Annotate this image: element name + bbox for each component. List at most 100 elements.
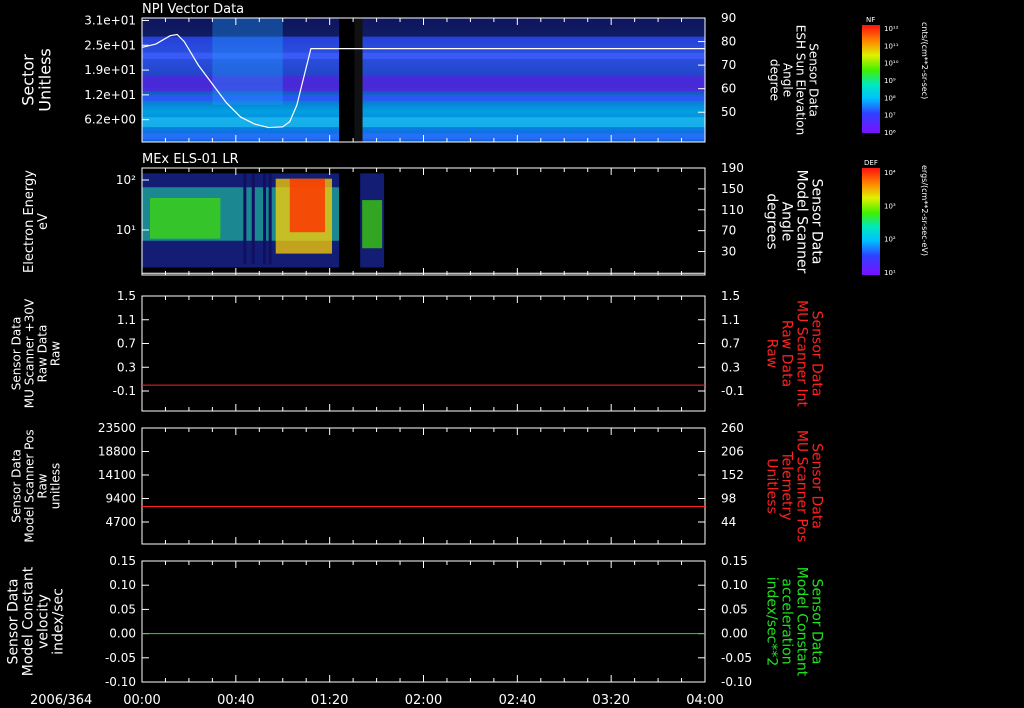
y-left-axis-label: Raw xyxy=(49,341,63,366)
y-right-tick-label: 0.3 xyxy=(721,360,740,374)
y-right-axis-label: acceleration xyxy=(779,578,795,664)
y-left-tick-label: 1.9e+01 xyxy=(84,63,136,77)
y-left-tick-label: 0.3 xyxy=(117,360,136,374)
y-left-tick-label: 2.5e+01 xyxy=(84,38,136,52)
y-left-axis-label: MU Scanner +30V xyxy=(23,298,37,408)
x-tick-label: 02:00 xyxy=(405,693,442,708)
x-tick-label: 01:20 xyxy=(311,693,348,708)
def-colorbar-tick: 10² xyxy=(884,236,896,244)
y-left-axis-label: velocity xyxy=(36,594,52,649)
els-late-green-flux xyxy=(362,200,383,249)
nf-colorbar-tick: 10⁸ xyxy=(884,94,896,102)
y-right-axis-label: Angle xyxy=(781,63,795,97)
y-left-tick-label: 10² xyxy=(116,173,136,187)
y-left-tick-label: 1.2e+01 xyxy=(84,88,136,102)
def-colorbar-tick: 10⁴ xyxy=(884,169,896,177)
y-right-axis-label: Angle xyxy=(779,202,795,242)
y-right-tick-label: 70 xyxy=(721,224,736,238)
y-right-tick-label: -0.1 xyxy=(721,384,744,398)
y-right-tick-label: 152 xyxy=(721,468,744,482)
panel-frame xyxy=(141,295,706,412)
x-tick-label: 04:00 xyxy=(686,693,723,708)
y-right-tick-label: 0.10 xyxy=(721,578,748,592)
x-axis-tick-labels: 00:00 00:40 01:20 02:00 02:40 03:20 04:00 xyxy=(123,693,723,708)
y-right-tick-label: 190 xyxy=(721,161,744,175)
y-right-tick-label: 206 xyxy=(721,445,744,459)
y-left-axis-label: Sensor Data xyxy=(10,449,24,523)
nf-colorbar-tick: 10¹² xyxy=(884,25,899,33)
y-right-axis-label: Sensor Data xyxy=(809,443,825,529)
y-left-tick-label: 10¹ xyxy=(116,223,136,237)
y-left-axis-label: Sensor Data xyxy=(10,317,24,391)
nf-colorbar-gradient xyxy=(862,25,880,133)
y-right-axis-label: Sensor Data xyxy=(809,311,825,397)
els-dark-streak xyxy=(263,173,267,265)
y-right-tick-label: 50 xyxy=(721,105,736,119)
y-left-axis-label: Raw xyxy=(36,473,50,498)
scanner-pos-panel: 23500 18800 14100 9400 4700 260 206 152 98 44 Sens… xyxy=(10,421,825,545)
y-left-tick-label: 0.10 xyxy=(109,578,136,592)
y-left-axis-label: Model Constant xyxy=(21,566,37,676)
mu-scanner-raw-panel: 1.5 1.1 0.7 0.3 -0.1 1.5 1.1 0.7 0.3 -0.1 Sensor D… xyxy=(10,289,825,412)
y-right-tick-label: 90 xyxy=(721,11,736,25)
y-left-tick-label: 1.5 xyxy=(117,289,136,303)
plot-canvas: 3.1e+01 2.5e+01 1.9e+01 1.2e+01 6.2e+00 90 80 7… xyxy=(6,2,930,708)
def-colorbar: DEF 10⁴ 10³ 10² 10¹ ergs/(cm**2-sr-sec-eV) xyxy=(862,159,929,277)
y-right-axis-label: Sensor Data xyxy=(809,179,825,265)
y-right-tick-label: 0.05 xyxy=(721,602,748,616)
y-right-tick-label: -0.10 xyxy=(721,675,752,689)
y-right-tick-label: 60 xyxy=(721,82,736,96)
npi-panel-title: NPI Vector Data xyxy=(142,2,244,17)
nf-colorbar-tick: 10⁷ xyxy=(884,112,896,120)
els-panel-title: MEx ELS-01 LR xyxy=(142,152,239,167)
y-left-tick-label: 18800 xyxy=(98,445,136,459)
y-right-axis-label: Unitless xyxy=(764,458,780,514)
els-dark-streak xyxy=(243,173,247,265)
nf-colorbar-tick: 10¹¹ xyxy=(884,42,899,50)
y-left-tick-label: 0.05 xyxy=(109,602,136,616)
y-left-axis-label: Unitless xyxy=(36,48,55,112)
y-left-tick-label: 0.00 xyxy=(109,627,136,641)
y-right-axis-label: Model Constant xyxy=(794,567,810,677)
y-right-tick-label: 0.00 xyxy=(721,627,748,641)
y-right-tick-label: 80 xyxy=(721,35,736,49)
y-right-axis-label: index/sec**2 xyxy=(764,577,780,667)
y-left-tick-label: 0.7 xyxy=(117,337,136,351)
x-tick-label: 00:00 xyxy=(123,693,160,708)
y-right-tick-label: 110 xyxy=(721,203,744,217)
y-right-tick-label: 1.5 xyxy=(721,289,740,303)
y-right-tick-label: 30 xyxy=(721,245,736,259)
y-left-tick-label: -0.05 xyxy=(105,651,136,665)
y-left-axis-label: Model Scanner Pos xyxy=(23,429,37,542)
npi-vector-panel: 3.1e+01 2.5e+01 1.9e+01 1.2e+01 6.2e+00 90 80 7… xyxy=(19,11,821,143)
y-left-tick-label: 3.1e+01 xyxy=(84,13,136,27)
nf-colorbar-label: NF xyxy=(866,16,875,24)
def-colorbar-units: ergs/(cm**2-sr-sec-eV) xyxy=(920,165,929,256)
els-green-flux xyxy=(150,197,221,239)
nf-colorbar-tick: 10¹⁰ xyxy=(884,60,899,68)
y-left-axis-label: eV xyxy=(36,213,51,230)
npi-sector-band xyxy=(142,117,705,128)
y-left-tick-label: 6.2e+00 xyxy=(84,113,136,127)
x-tick-label: 00:40 xyxy=(217,693,254,708)
y-left-axis-label: Sensor Data xyxy=(6,579,22,665)
y-right-axis-label: degrees xyxy=(764,193,780,249)
y-right-axis-label: ESH Sun Elevation xyxy=(794,25,808,135)
y-right-tick-label: 70 xyxy=(721,58,736,72)
y-right-tick-label: 1.1 xyxy=(721,313,740,327)
y-right-tick-label: -0.05 xyxy=(721,651,752,665)
y-left-tick-label: 23500 xyxy=(98,421,136,435)
y-right-tick-label: 260 xyxy=(721,421,744,435)
y-right-tick-label: 150 xyxy=(721,182,744,196)
y-right-tick-label: 98 xyxy=(721,492,736,506)
y-right-tick-label: 0.7 xyxy=(721,337,740,351)
panel-frame xyxy=(141,427,706,545)
npi-bright-region xyxy=(212,18,283,105)
y-right-axis-label: MU Scanner Pos xyxy=(794,430,810,542)
def-colorbar-gradient xyxy=(862,168,880,275)
x-tick-label: 02:40 xyxy=(499,693,536,708)
y-left-tick-label: 0.15 xyxy=(109,554,136,568)
date-label: 2006/364 xyxy=(30,693,92,708)
y-left-tick-label: 1.1 xyxy=(117,313,136,327)
y-left-tick-label: 9400 xyxy=(105,492,136,506)
